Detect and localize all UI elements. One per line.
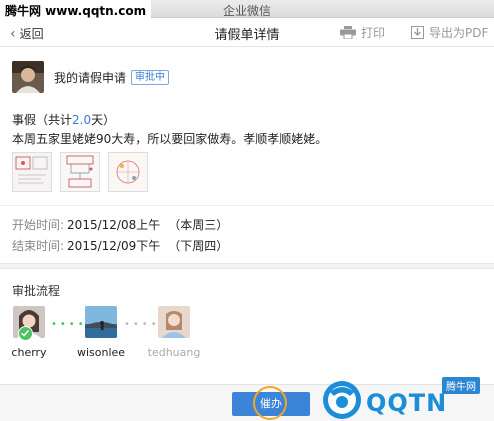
section-separator	[0, 263, 494, 269]
export-pdf-button[interactable]: 导出为PDF	[411, 24, 488, 41]
detail-header: ‹ 返回 请假单详情 打印 导出为PDF	[0, 19, 494, 47]
start-time-week: （本周三）	[168, 218, 229, 232]
download-icon	[411, 26, 424, 39]
leave-type-suffix: 天）	[91, 113, 116, 127]
status-badge: 审批中	[131, 69, 170, 85]
approver-name: wisonlee	[76, 346, 126, 359]
watermark-logo-text: QQTN	[366, 389, 448, 417]
watermark-logo: QQTN 腾牛网	[316, 374, 494, 421]
leave-reason: 本周五家里姥姥90大寿，所以要回家做寿。孝顺孝顺姥姥。	[12, 132, 328, 146]
avatar[interactable]	[12, 61, 44, 93]
end-time-label: 结束时间:	[12, 239, 65, 253]
avatar	[85, 306, 117, 338]
approval-flow-label: 审批流程	[12, 284, 61, 298]
start-time-value: 2015/12/08上午	[67, 218, 161, 232]
leave-type: 事假（共计2.0天）	[12, 111, 115, 128]
attachment-thumbnail[interactable]	[108, 152, 148, 192]
back-label: 返回	[19, 27, 44, 41]
watermark-text: 腾牛网 www.qqtn.com	[0, 0, 152, 20]
application-title: 我的请假申请	[54, 70, 127, 85]
approver-name: cherry	[11, 346, 47, 359]
leave-type-prefix: 事假（共计	[12, 113, 73, 127]
end-time-row: 结束时间: 2015/12/09下午 （下周四）	[12, 237, 228, 254]
attachment-list	[12, 152, 148, 192]
attachment-thumbnail[interactable]	[12, 152, 52, 192]
export-label: 导出为PDF	[429, 26, 489, 40]
approver-cherry[interactable]: cherry	[0, 306, 64, 359]
back-button[interactable]: ‹ 返回	[10, 25, 44, 42]
bull-logo-icon	[323, 381, 361, 419]
start-time-label: 开始时间:	[12, 218, 65, 232]
section-divider	[0, 205, 494, 206]
end-time-value: 2015/12/09下午	[67, 239, 161, 253]
printer-icon	[340, 26, 356, 39]
print-button[interactable]: 打印	[340, 24, 385, 41]
print-label: 打印	[361, 26, 386, 40]
urge-button[interactable]: 催办	[232, 392, 310, 416]
approver-name: tedhuang	[147, 346, 201, 359]
approver-tedhuang[interactable]: tedhuang	[139, 306, 209, 359]
end-time-week: （下周四）	[168, 239, 229, 253]
watermark-badge: 腾牛网	[442, 377, 480, 394]
avatar	[158, 306, 190, 338]
start-time-row: 开始时间: 2015/12/08上午 （本周三）	[12, 216, 228, 233]
approver-wisonlee[interactable]: wisonlee	[66, 306, 136, 359]
attachment-thumbnail[interactable]	[60, 152, 100, 192]
check-icon	[18, 326, 33, 341]
applicant-row: 我的请假申请 审批中	[12, 61, 170, 93]
chevron-left-icon: ‹	[10, 25, 16, 42]
leave-days: 2.0	[72, 113, 92, 127]
